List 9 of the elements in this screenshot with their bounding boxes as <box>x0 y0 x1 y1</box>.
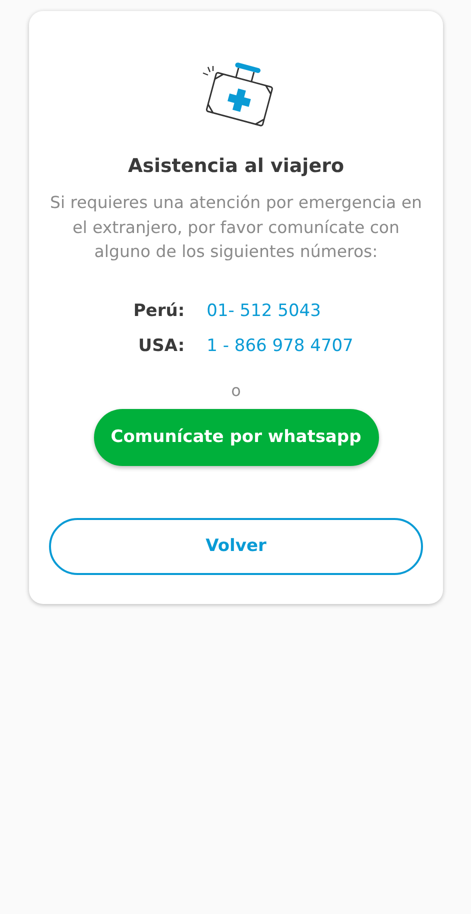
country-label: USA: <box>137 334 185 358</box>
phone-link[interactable]: 01- 512 5043 <box>206 298 321 322</box>
dialog-message: Si requieres una atención por emergencia en el extranjero, por favor comunícate con alguno de los siguientes números: <box>49 192 423 263</box>
phone-link[interactable]: 1 - 866 978 4707 <box>206 334 354 358</box>
back-button[interactable]: Volver <box>49 518 423 574</box>
country-label: Perú: <box>132 300 185 322</box>
separator-text: o <box>231 380 241 400</box>
whatsapp-button[interactable]: Comunícate por whatsapp <box>94 408 378 466</box>
dialog-title: Asistencia al viajero <box>128 155 344 177</box>
